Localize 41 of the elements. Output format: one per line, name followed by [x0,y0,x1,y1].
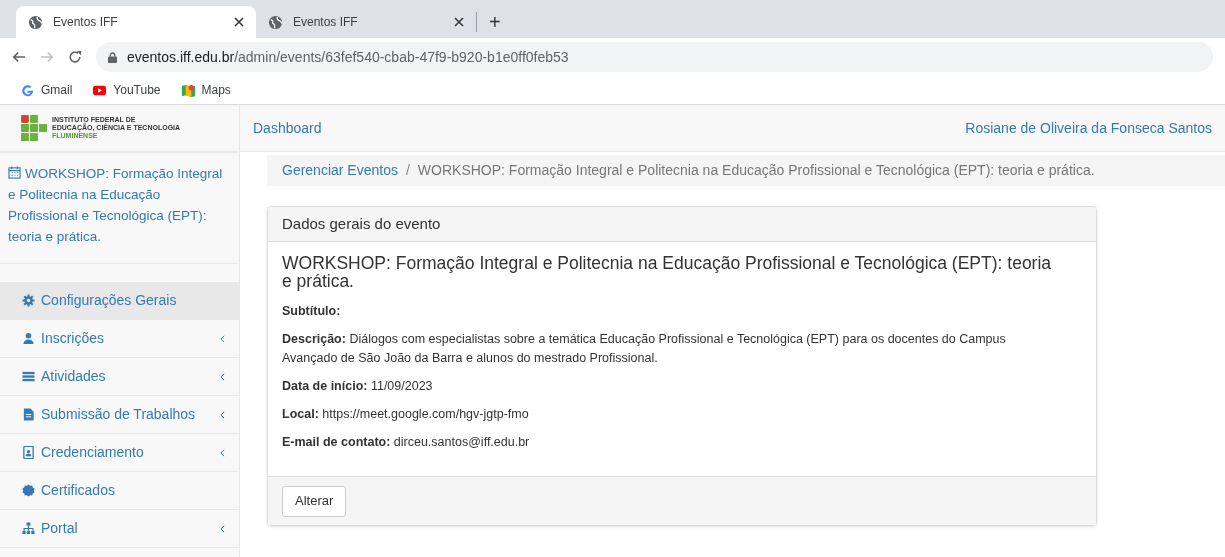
user-icon [22,332,35,345]
g-letter-icon [20,82,35,98]
field-text: Data de início: 11/09/2023 [282,378,434,395]
globe-icon [268,14,283,30]
bookmark-link[interactable]: YouTube [92,81,161,99]
breadcrumb-separator: / [405,161,410,180]
user-name-link[interactable]: Rosiane de Oliveira da Fonseca Santos [965,117,1212,139]
field-text: Subtítulo: [282,303,342,320]
globe-icon [28,14,43,30]
address-bar[interactable]: eventos.iff.edu.br/admin/events/63fef540-cbab-47f9-b920-b1e0ff0feb53 [96,42,1213,72]
breadcrumb-link[interactable]: Gerenciar Eventos [282,160,398,181]
dashboard-link[interactable]: Dashboard [253,117,322,139]
event-title: WORKSHOP: Formação Integral e Politecnia na Educação Profissional e Tecnológica (EPT): teoria e prática. [282,254,1053,290]
file-icon [22,408,35,421]
bookmark-link[interactable]: Gmail [20,81,73,99]
url-text: eventos.iff.edu.br/admin/events/63fef540-cbab-47f9-b920-b1e0ff0feb53 [127,47,569,67]
sitemap-icon [22,522,35,535]
back-icon[interactable] [12,50,26,64]
browser-tab[interactable]: Eventos IFF [16,6,256,38]
alterar-button[interactable]: Alterar [282,485,347,517]
map-icon [180,82,196,98]
browser-tab[interactable]: Eventos IFF [256,6,476,38]
reload-icon[interactable] [68,50,82,64]
lock-icon [108,51,117,63]
gear-icon [22,294,35,307]
logo-icon [21,115,47,141]
new-tab-button[interactable]: + [477,6,513,38]
sidebar-item[interactable]: Configurações Gerais [0,282,239,320]
calendar-icon [8,166,21,179]
breadcrumb-current: WORKSHOP: Formação Integral e Politecnia na Educação Profissional e Tecnológica (EPT): teoria e prática. [417,161,1095,180]
badge-icon [22,446,35,459]
field-text: Local: https://meet.google.com/hgv-jgtp-fmo [282,406,530,423]
bookmark-link[interactable]: Maps [180,81,231,99]
close-icon[interactable] [454,17,464,27]
close-icon[interactable] [234,17,244,27]
panel-heading: Dados gerais do evento [282,213,441,234]
field-text: E-mail de contato: dirceu.santos@iff.edu.br [282,434,531,451]
list-icon [22,370,35,383]
field-text: Descrição: Diálogos com especialistas sobre a temática Educação Profissional e Tecnológica (EPT) para os docentes do Campus Avançado de São João da Barra e alunos do mestrado Profissional. [282,331,1007,367]
certificate-icon [22,484,35,497]
event-title-link[interactable]: WORKSHOP: Formação Integral e Politecnia na Educação Profissional e Tecnológica (EPT): teoria e prática. [8,163,225,247]
